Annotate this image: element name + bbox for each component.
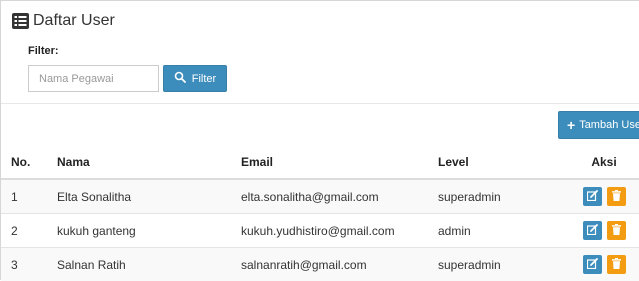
col-header-no: No. [1, 146, 47, 179]
col-header-email: Email [231, 146, 428, 179]
delete-button[interactable] [607, 255, 626, 274]
name-filter-input[interactable] [28, 65, 159, 92]
edit-icon [587, 190, 598, 204]
table-header-row: No. Nama Email Level Aksi [1, 146, 639, 179]
panel-header: Daftar User [12, 9, 115, 33]
edit-button[interactable] [583, 255, 602, 274]
plus-icon: + [567, 118, 575, 132]
page-title: Daftar User [33, 12, 115, 30]
cell-nama: kukuh ganteng [47, 214, 231, 248]
cell-no: 3 [1, 248, 47, 281]
edit-button[interactable] [583, 221, 602, 240]
filter-button-label: Filter [192, 73, 216, 85]
table-row: 3 Salnan Ratih salnanratih@gmail.com sup… [1, 248, 639, 281]
cell-email: elta.sonalitha@gmail.com [231, 179, 428, 214]
filter-divider [1, 103, 639, 104]
cell-no: 2 [1, 214, 47, 248]
filter-label: Filter: [28, 45, 59, 57]
col-header-aksi: Aksi [557, 146, 639, 179]
trash-icon [611, 258, 622, 272]
delete-button[interactable] [607, 187, 626, 206]
cell-no: 1 [1, 179, 47, 214]
cell-level: superadmin [428, 248, 557, 281]
user-list-panel: Daftar User Filter: Filter + Tambah User… [0, 0, 639, 280]
cell-aksi [557, 248, 639, 281]
col-header-level: Level [428, 146, 557, 179]
filter-button[interactable]: Filter [163, 65, 227, 92]
list-icon [12, 13, 29, 29]
trash-icon [611, 224, 622, 238]
add-user-button[interactable]: + Tambah User [558, 111, 639, 139]
table-row: 2 kukuh ganteng kukuh.yudhistiro@gmail.c… [1, 214, 639, 248]
table-row: 1 Elta Sonalitha elta.sonalitha@gmail.co… [1, 179, 639, 214]
edit-icon [587, 224, 598, 238]
search-icon [174, 71, 186, 86]
cell-aksi [557, 214, 639, 248]
cell-level: admin [428, 214, 557, 248]
add-user-label: Tambah User [579, 119, 639, 131]
trash-icon [611, 190, 622, 204]
cell-email: kukuh.yudhistiro@gmail.com [231, 214, 428, 248]
edit-button[interactable] [583, 187, 602, 206]
user-table: No. Nama Email Level Aksi 1 Elta Sonalit… [1, 146, 639, 281]
col-header-nama: Nama [47, 146, 231, 179]
edit-icon [587, 258, 598, 272]
cell-email: salnanratih@gmail.com [231, 248, 428, 281]
cell-level: superadmin [428, 179, 557, 214]
cell-aksi [557, 179, 639, 214]
cell-nama: Salnan Ratih [47, 248, 231, 281]
cell-nama: Elta Sonalitha [47, 179, 231, 214]
delete-button[interactable] [607, 221, 626, 240]
